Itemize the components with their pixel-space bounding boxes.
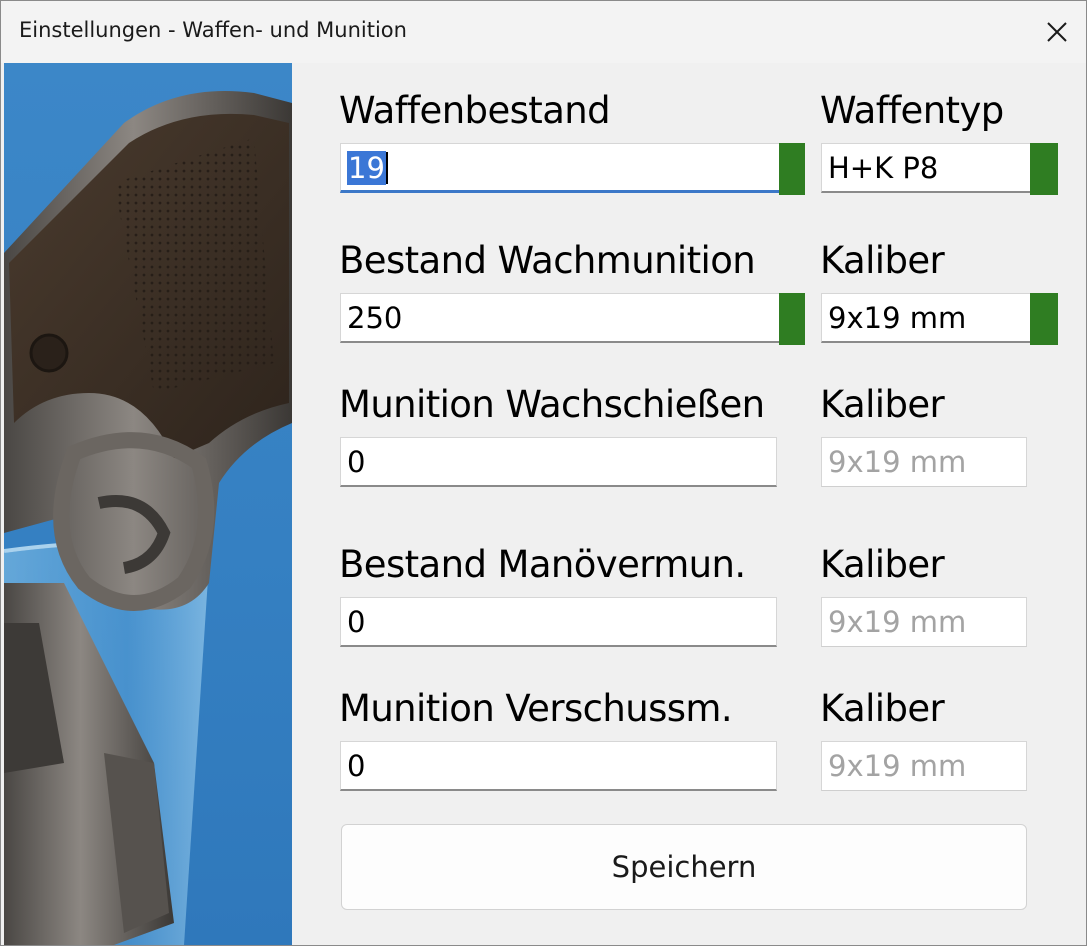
munition-wachschiessen-label: Munition Wachschießen: [339, 383, 765, 426]
bestand-wachmunition-input[interactable]: 250: [340, 293, 780, 343]
kaliber-wachmunition-input[interactable]: 9x19 mm: [821, 293, 1031, 343]
waffenbestand-label: Waffenbestand: [339, 89, 611, 132]
waffentyp-input[interactable]: H+K P8: [821, 143, 1031, 193]
bestand-manoevermun-input[interactable]: 0: [340, 597, 777, 647]
munition-verschussm-label: Munition Verschussm.: [339, 687, 733, 730]
munition-wachschiessen-input[interactable]: 0: [340, 437, 777, 487]
pistol-illustration: [4, 91, 292, 945]
waffentyp-status-indicator: [1030, 143, 1058, 195]
kaliber-label-4: Kaliber: [820, 687, 945, 730]
waffentyp-label: Waffentyp: [820, 89, 1004, 132]
kaliber-wachschiessen-input: 9x19 mm: [821, 437, 1027, 487]
kaliber-verschussm-input: 9x19 mm: [821, 741, 1027, 791]
save-button[interactable]: Speichern: [341, 824, 1027, 910]
bestand-wachmunition-label: Bestand Wachmunition: [339, 239, 756, 282]
kaliber-label-1: Kaliber: [820, 239, 945, 282]
kaliber-label-3: Kaliber: [820, 543, 945, 586]
window-title: Einstellungen - Waffen- und Munition: [19, 18, 407, 42]
kaliber-status-indicator: [1030, 293, 1058, 345]
waffenbestand-status-indicator: [779, 143, 805, 195]
waffenbestand-value: 19: [347, 151, 386, 185]
close-icon: [1047, 22, 1067, 42]
bestand-manoevermun-label: Bestand Manövermun.: [339, 543, 746, 586]
waffenbestand-input[interactable]: 19: [340, 143, 780, 193]
kaliber-label-2: Kaliber: [820, 383, 945, 426]
title-bar: Einstellungen - Waffen- und Munition: [1, 1, 1086, 63]
wachmunition-status-indicator: [779, 293, 805, 345]
pistol-artwork: [4, 63, 292, 945]
kaliber-manoevermun-input: 9x19 mm: [821, 597, 1027, 647]
text-cursor: [385, 152, 388, 184]
munition-verschussm-input[interactable]: 0: [340, 741, 777, 791]
close-button[interactable]: [1028, 1, 1086, 63]
settings-window: Einstellungen - Waffen- und Munition Waf…: [0, 0, 1087, 946]
